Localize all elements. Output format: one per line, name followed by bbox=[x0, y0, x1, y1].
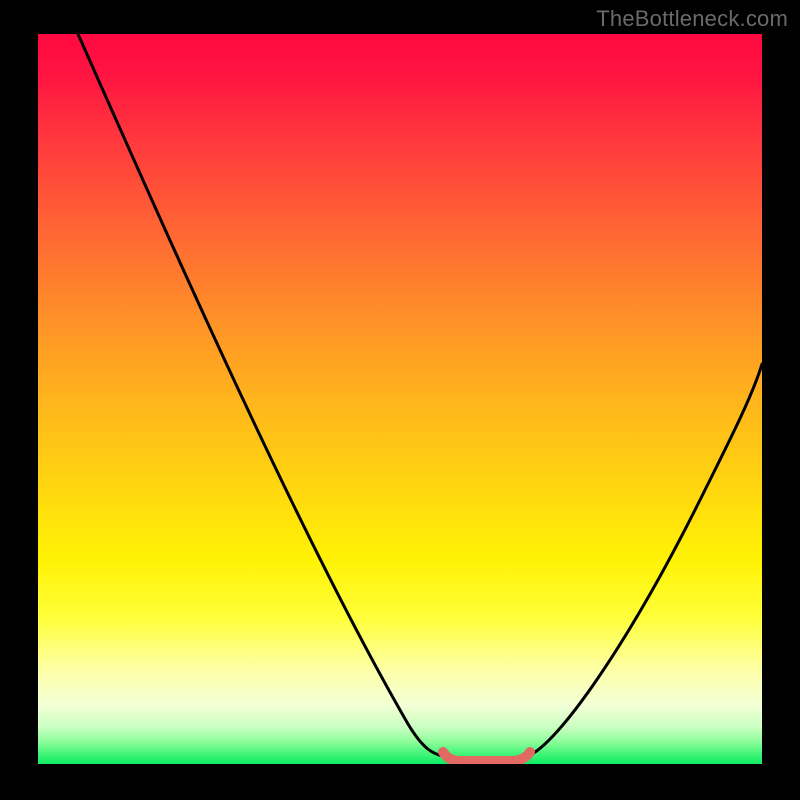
plateau-min bbox=[443, 752, 530, 761]
plot-area bbox=[38, 34, 762, 764]
curve-right bbox=[528, 364, 762, 756]
watermark-text: TheBottleneck.com bbox=[596, 6, 788, 32]
curve-left bbox=[78, 34, 443, 756]
chart-frame: TheBottleneck.com bbox=[0, 0, 800, 800]
curve-layer bbox=[38, 34, 762, 764]
